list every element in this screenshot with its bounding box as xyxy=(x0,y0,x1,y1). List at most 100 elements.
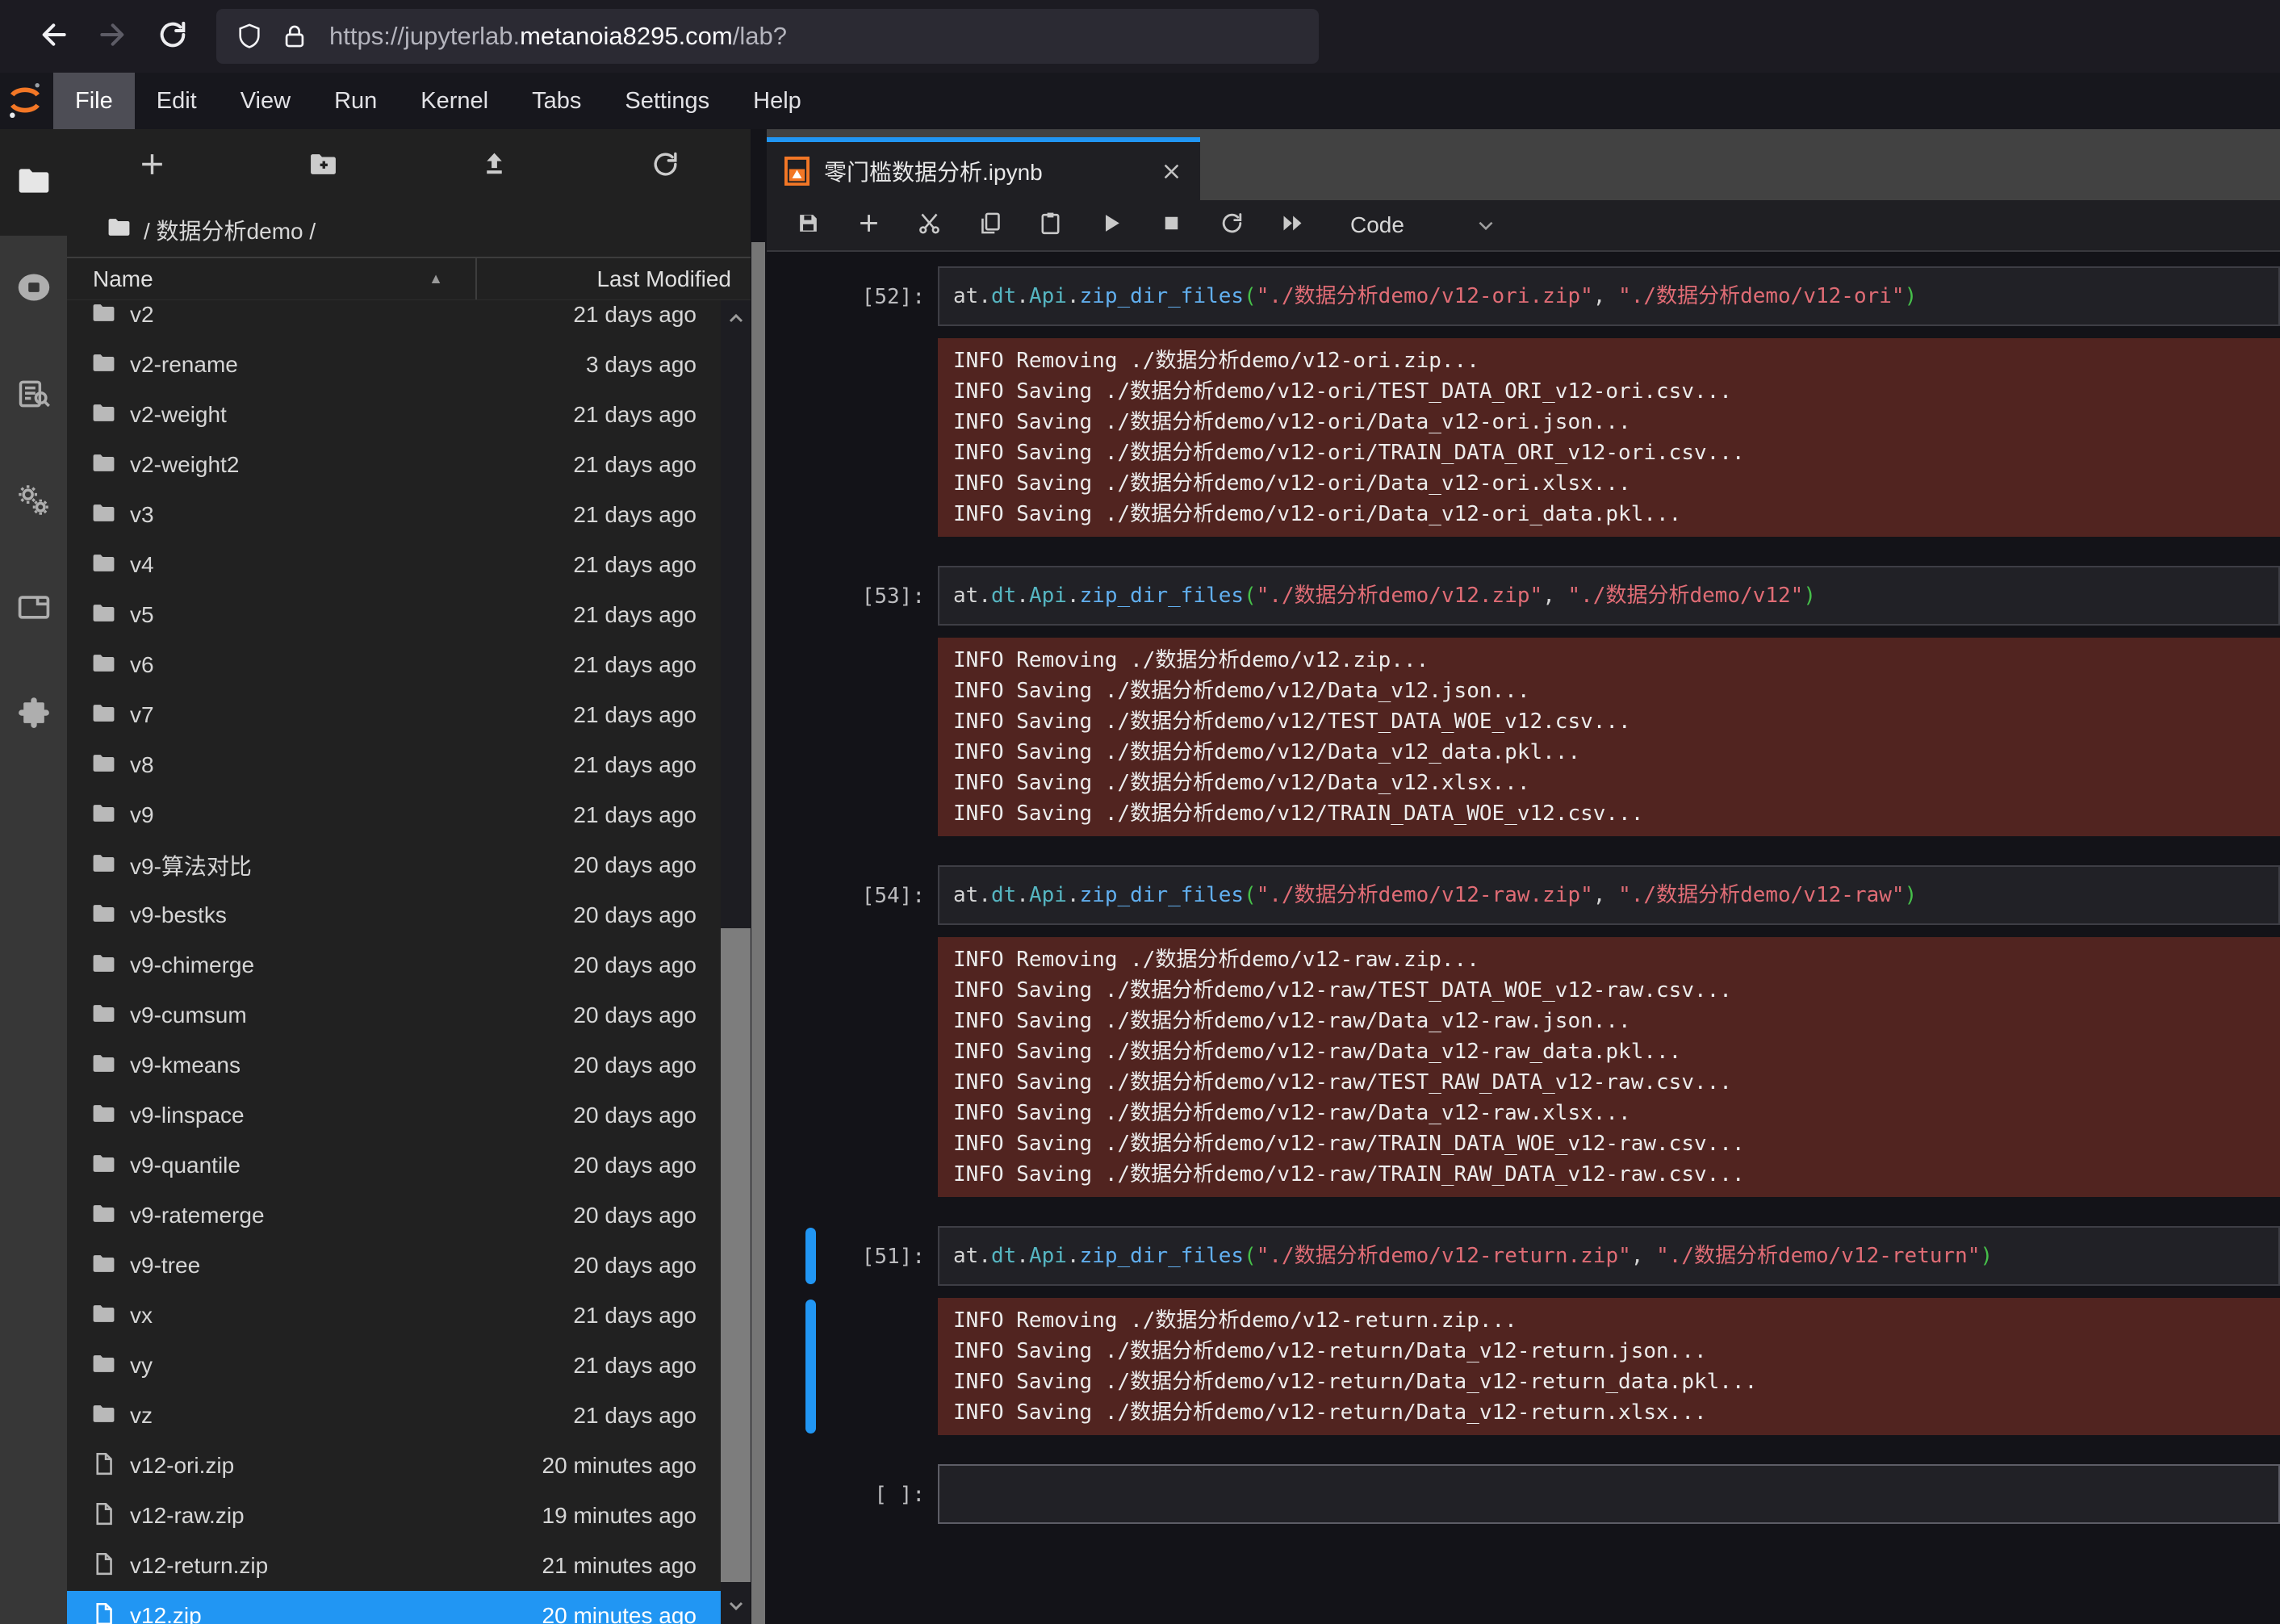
folder-icon xyxy=(91,1151,116,1180)
stop-button[interactable] xyxy=(1141,200,1202,250)
file-list-scrollbar-thumb[interactable] xyxy=(721,928,751,1582)
file-row[interactable]: v2-rename 3 days ago xyxy=(67,340,721,390)
cell-type-dropdown[interactable]: Code xyxy=(1350,212,1404,238)
cell-input-collapser[interactable] xyxy=(805,867,816,923)
cell-input-collapser[interactable] xyxy=(805,268,816,324)
browser-forward-button[interactable] xyxy=(92,17,131,56)
menu-help[interactable]: Help xyxy=(731,73,823,129)
file-row[interactable]: v12-ori.zip 20 minutes ago xyxy=(67,1441,721,1491)
panel-divider[interactable] xyxy=(751,129,767,1624)
file-row[interactable]: vx 21 days ago xyxy=(67,1291,721,1341)
sidebar-item-open-tabs[interactable] xyxy=(0,555,67,662)
file-row[interactable]: v12-raw.zip 19 minutes ago xyxy=(67,1491,721,1541)
notebook-tab-title: 零门槛数据分析.ipynb xyxy=(824,155,1161,187)
refresh-files-button[interactable] xyxy=(579,129,751,203)
menu-settings[interactable]: Settings xyxy=(603,73,731,129)
browser-back-button[interactable] xyxy=(36,17,74,56)
scissors-icon xyxy=(917,211,942,240)
file-row[interactable]: v4 21 days ago xyxy=(67,540,721,590)
cell-output-collapser[interactable] xyxy=(805,1300,816,1434)
file-row[interactable]: v2-weight2 21 days ago xyxy=(67,440,721,490)
code-line: at.dt.Api.zip_dir_files("./数据分析demo/v12-… xyxy=(953,877,2265,913)
new-folder-button[interactable] xyxy=(238,129,409,203)
file-row[interactable]: v2 21 days ago xyxy=(67,300,721,340)
menu-edit[interactable]: Edit xyxy=(135,73,219,129)
lock-icon[interactable] xyxy=(281,23,308,50)
menu-run[interactable]: Run xyxy=(312,73,399,129)
file-row[interactable]: vy 21 days ago xyxy=(67,1341,721,1391)
shield-icon[interactable] xyxy=(236,23,263,50)
upload-button[interactable] xyxy=(409,129,580,203)
menu-kernel[interactable]: Kernel xyxy=(399,73,510,129)
paste-cells-button[interactable] xyxy=(1020,200,1081,250)
file-row[interactable]: v9-bestks 20 days ago xyxy=(67,890,721,940)
file-row[interactable]: v8 21 days ago xyxy=(67,740,721,790)
url-bar[interactable]: https://jupyterlab.metanoia8295.com/lab? xyxy=(216,9,1319,64)
cell-output-collapser[interactable] xyxy=(805,639,816,835)
new-launcher-button[interactable] xyxy=(67,129,238,203)
folder-icon xyxy=(91,1001,116,1030)
sidebar-item-running-sessions[interactable] xyxy=(0,236,67,342)
file-icon xyxy=(91,1501,116,1530)
file-row[interactable]: v9 21 days ago xyxy=(67,790,721,840)
browser-reload-button[interactable] xyxy=(153,17,192,56)
file-row[interactable]: v2-weight 21 days ago xyxy=(67,390,721,440)
scroll-down-button[interactable] xyxy=(721,1587,751,1624)
file-list-scrollbar[interactable] xyxy=(721,300,751,1624)
file-row[interactable]: v12-return.zip 21 minutes ago xyxy=(67,1541,721,1591)
menu-view[interactable]: View xyxy=(219,73,312,129)
file-row[interactable]: v6 21 days ago xyxy=(67,640,721,690)
panel-divider-handle[interactable] xyxy=(751,242,765,1624)
cell-output-collapser[interactable] xyxy=(805,340,816,535)
file-row[interactable]: v9-quantile 20 days ago xyxy=(67,1141,721,1191)
column-header-name[interactable]: Name ▲ xyxy=(67,258,475,299)
file-row[interactable]: v9-cumsum 20 days ago xyxy=(67,990,721,1040)
cell-input-collapser[interactable] xyxy=(805,1466,816,1522)
cut-cells-button[interactable] xyxy=(899,200,960,250)
cell-input-collapser[interactable] xyxy=(805,567,816,624)
output-line: INFO Saving ./数据分析demo/v12-raw/Data_v12-… xyxy=(953,1006,2265,1036)
file-name: v12-return.zip xyxy=(130,1553,268,1579)
output-line: INFO Saving ./数据分析demo/v12-raw/Data_v12-… xyxy=(953,1098,2265,1128)
file-row[interactable]: v12.zip 20 minutes ago xyxy=(67,1591,721,1624)
code-editor[interactable]: at.dt.Api.zip_dir_files("./数据分析demo/v12-… xyxy=(938,1226,2280,1286)
notebook-toolbar: Code xyxy=(767,200,2280,252)
file-row[interactable]: v9-linspace 20 days ago xyxy=(67,1090,721,1141)
sidebar-item-file-browser[interactable] xyxy=(0,129,67,236)
copy-cells-button[interactable] xyxy=(960,200,1020,250)
code-editor[interactable]: at.dt.Api.zip_dir_files("./数据分析demo/v12-… xyxy=(938,266,2280,326)
file-row[interactable]: v9-算法对比 20 days ago xyxy=(67,840,721,890)
close-icon[interactable] xyxy=(1161,161,1182,182)
code-editor[interactable] xyxy=(938,1464,2280,1524)
file-row[interactable]: v9-tree 20 days ago xyxy=(67,1241,721,1291)
cell-output-collapser[interactable] xyxy=(805,939,816,1195)
notebook-tab[interactable]: 零门槛数据分析.ipynb xyxy=(767,137,1200,200)
gears-icon xyxy=(16,483,52,522)
file-row[interactable]: v9-ratemerge 20 days ago xyxy=(67,1191,721,1241)
file-modified: 20 days ago xyxy=(573,1053,721,1078)
cell-input-row: [54]: at.dt.Api.zip_dir_files("./数据分析dem… xyxy=(767,865,2280,925)
file-row[interactable]: v5 21 days ago xyxy=(67,590,721,640)
menu-tabs[interactable]: Tabs xyxy=(510,73,603,129)
file-row[interactable]: v9-chimerge 20 days ago xyxy=(67,940,721,990)
file-row[interactable]: vz 21 days ago xyxy=(67,1391,721,1441)
file-row[interactable]: v9-kmeans 20 days ago xyxy=(67,1040,721,1090)
file-row[interactable]: v3 21 days ago xyxy=(67,490,721,540)
code-editor[interactable]: at.dt.Api.zip_dir_files("./数据分析demo/v12-… xyxy=(938,865,2280,925)
sidebar-item-extension-manager[interactable] xyxy=(0,662,67,768)
restart-run-all-button[interactable] xyxy=(1262,200,1323,250)
run-button[interactable] xyxy=(1081,200,1141,250)
save-button[interactable] xyxy=(778,200,839,250)
restart-kernel-button[interactable] xyxy=(1202,200,1262,250)
sidebar-item-property-inspector[interactable] xyxy=(0,449,67,555)
chevron-down-icon[interactable] xyxy=(1475,215,1496,236)
column-header-modified[interactable]: Last Modified xyxy=(477,266,751,292)
scroll-up-button[interactable] xyxy=(721,300,751,337)
file-row[interactable]: v7 21 days ago xyxy=(67,690,721,740)
breadcrumb[interactable]: / 数据分析demo / xyxy=(67,203,751,257)
cell-input-collapser[interactable] xyxy=(805,1228,816,1284)
code-editor[interactable]: at.dt.Api.zip_dir_files("./数据分析demo/v12.… xyxy=(938,566,2280,626)
menu-file[interactable]: File xyxy=(53,73,135,129)
add-cell-button[interactable] xyxy=(839,200,899,250)
sidebar-item-command-palette[interactable] xyxy=(0,342,67,449)
